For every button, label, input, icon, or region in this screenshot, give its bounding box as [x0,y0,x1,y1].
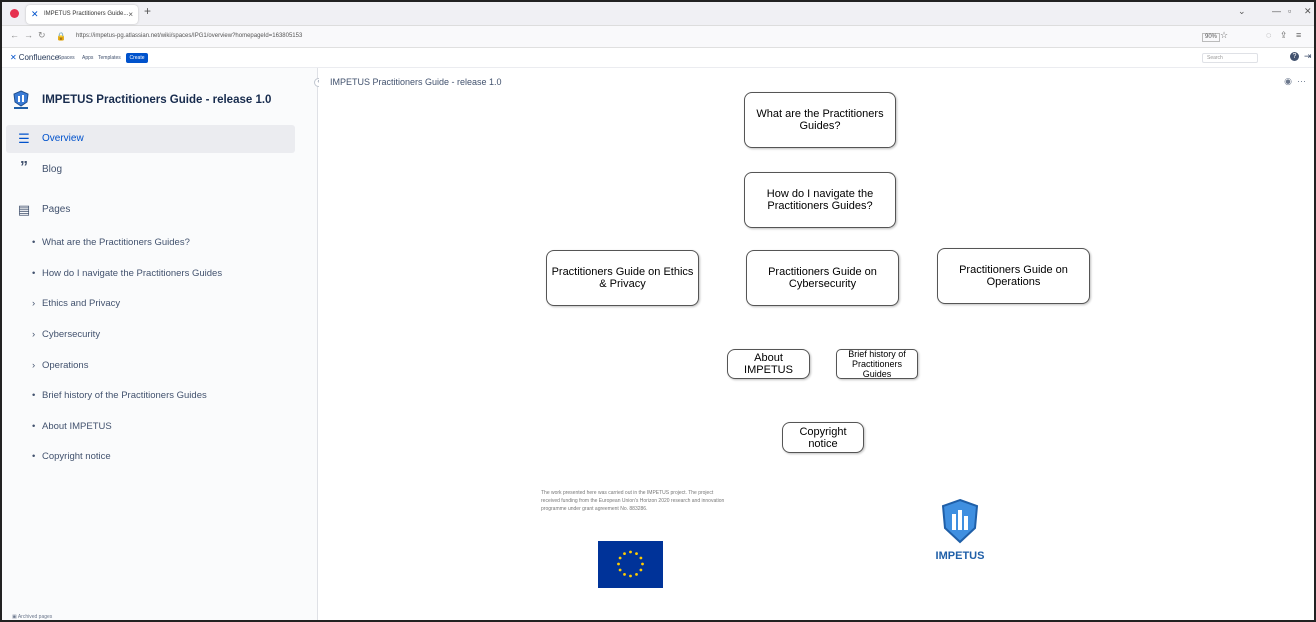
create-button[interactable]: Create [126,53,148,63]
watch-icon[interactable]: ◉ [1284,76,1292,86]
link-ethics-privacy[interactable]: Practitioners Guide on Ethics & Privacy [546,250,699,306]
expand-chevron-icon[interactable]: › [32,329,42,340]
back-icon[interactable]: ← [10,30,19,40]
link-operations[interactable]: Practitioners Guide on Operations [937,248,1090,304]
sidebar: IMPETUS Practitioners Guide - release 1.… [2,68,318,620]
sidebar-item-pages[interactable]: ▤ Pages [6,196,295,224]
address-bar[interactable]: 🔒 https://impetus-pg.atlassian.net/wiki/… [54,29,1234,44]
maximize-icon[interactable]: ▫ [1288,6,1291,16]
funding-text: The work presented here was carried out … [541,490,725,512]
close-window-icon[interactable]: ✕ [1304,6,1312,17]
page-tree-item[interactable]: • What are the Practitioners Guides? [32,237,190,248]
tab-list-icon[interactable]: ⌄ [1238,6,1246,17]
browser-window: ✕ IMPETUS Practitioners Guide... × + ⌄ —… [0,0,1316,622]
browser-toolbar: ← → ↻ 🔒 https://impetus-pg.atlassian.net… [2,26,1314,48]
pages-icon: ▤ [17,202,31,217]
tab-strip: ✕ IMPETUS Practitioners Guide... × + ⌄ —… [2,2,1314,26]
help-icon[interactable]: ? [1290,52,1299,61]
pocket-icon[interactable]: ◌ [1266,30,1271,40]
link-how-navigate[interactable]: How do I navigate the Practitioners Guid… [744,172,896,228]
archived-pages-link[interactable]: ▣ Archived pages [12,614,52,620]
sidebar-item-label: Overview [42,133,84,144]
more-actions-icon[interactable]: ··· [1297,76,1306,86]
sidebar-item-label: Blog [42,164,63,175]
browser-tab[interactable]: ✕ IMPETUS Practitioners Guide... × [26,5,138,24]
tab-close-icon[interactable]: × [128,5,133,24]
share-icon[interactable]: ⇪ [1280,30,1288,41]
minimize-icon[interactable]: — [1272,6,1281,16]
eu-flag-icon [598,541,663,588]
lock-icon: 🔒 [56,32,66,41]
sidebar-item-overview[interactable]: ☰ Overview [6,125,295,153]
quote-icon: ” [20,159,28,176]
overview-icon: ☰ [18,131,30,146]
confluence-logo-icon: ✕ [10,53,17,62]
forward-icon[interactable]: → [24,30,33,40]
impetus-logo-icon [941,498,979,544]
main-content: IMPETUS Practitioners Guide - release 1.… [319,68,1314,620]
link-brief-history[interactable]: Brief history of Practitioners Guides [836,349,918,379]
sidebar-item-blog[interactable]: ” Blog [6,156,295,184]
impetus-space-logo-icon [13,90,29,109]
menu-templates[interactable]: Templates [98,55,121,61]
confluence-header: ✕ Confluence Spaces Apps Templates Create… [2,48,1314,68]
space-title[interactable]: IMPETUS Practitioners Guide - release 1.… [42,94,271,106]
new-tab-button[interactable]: + [144,4,151,18]
firefox-icon [10,9,19,18]
confluence-logo[interactable]: ✕ Confluence [10,53,59,62]
menu-icon[interactable]: ≡ [1296,30,1301,40]
page-tree-item[interactable]: • Copyright notice [32,451,111,462]
zoom-level[interactable]: 90% [1202,33,1221,42]
menu-apps[interactable]: Apps [82,55,93,61]
expand-chevron-icon[interactable]: › [32,360,42,371]
page-tree-item[interactable]: • About IMPETUS [32,421,112,432]
page-actions: ◉ ··· [1284,76,1306,87]
expand-chevron-icon[interactable]: › [32,298,42,309]
bookmark-star-icon[interactable]: ☆ [1220,30,1228,41]
page-tree-item[interactable]: • How do I navigate the Practitioners Gui… [32,268,222,279]
page-tree-item[interactable]: › Ethics and Privacy [32,298,120,309]
link-about-impetus[interactable]: About IMPETUS [727,349,810,379]
tab-title: IMPETUS Practitioners Guide... [44,11,129,17]
menu-spaces[interactable]: Spaces [58,55,75,61]
url-text: https://impetus-pg.atlassian.net/wiki/sp… [76,33,303,39]
link-what-are-guides[interactable]: What are the Practitioners Guides? [744,92,896,148]
page-tree-item[interactable]: • Brief history of the Practitioners Guid… [32,390,207,401]
search-input[interactable]: Search [1202,53,1258,63]
page-title[interactable]: IMPETUS Practitioners Guide - release 1.… [330,77,502,87]
link-copyright-notice[interactable]: Copyright notice [782,422,864,453]
link-cybersecurity[interactable]: Practitioners Guide on Cybersecurity [746,250,899,306]
page-tree-item[interactable]: › Cybersecurity [32,329,100,340]
confluence-favicon-icon: ✕ [31,9,39,19]
impetus-logo-text: IMPETUS [935,550,985,562]
sidebar-item-label: Pages [42,204,71,215]
reload-icon[interactable]: ↻ [38,30,46,41]
profile-icon[interactable]: ⇥ [1304,51,1312,62]
page-tree-item[interactable]: › Operations [32,360,88,371]
